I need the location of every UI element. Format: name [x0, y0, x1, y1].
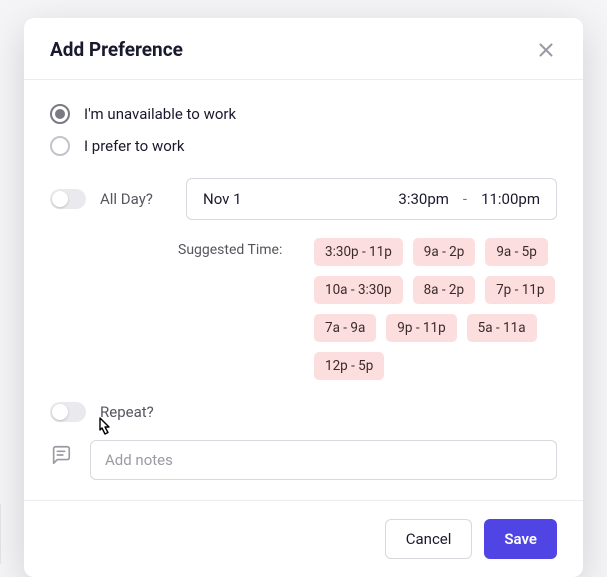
suggested-time-chip[interactable]: 9a - 5p [485, 238, 548, 266]
suggested-time-chip[interactable]: 12p - 5p [314, 352, 384, 380]
radio-unavailable[interactable]: I'm unavailable to work [50, 104, 557, 124]
add-preference-modal: Add Preference I'm unavailable to work I… [24, 18, 583, 577]
modal-body: I'm unavailable to work I prefer to work… [24, 80, 583, 500]
modal-header: Add Preference [24, 18, 583, 80]
notes-icon [50, 444, 72, 466]
suggested-time-chip[interactable]: 5a - 11a [467, 314, 537, 342]
save-button[interactable]: Save [484, 519, 557, 559]
suggested-time-chip[interactable]: 3:30p - 11p [314, 238, 403, 266]
date-value: Nov 1 [203, 190, 398, 208]
all-day-label: All Day? [100, 190, 172, 208]
repeat-row: Repeat? [50, 402, 557, 422]
suggested-time-chip[interactable]: 7p - 11p [485, 276, 555, 304]
time-dash: - [463, 190, 467, 208]
preference-radio-group: I'm unavailable to work I prefer to work [50, 104, 557, 156]
suggested-time-label: Suggested Time: [174, 242, 314, 380]
suggested-time-row: Suggested Time: 3:30p - 11p 9a - 2p 9a - 5… [50, 238, 557, 380]
cancel-button[interactable]: Cancel [385, 519, 473, 559]
radio-circle-icon [50, 136, 70, 156]
suggested-chips: 3:30p - 11p 9a - 2p 9a - 5p 10a - 3:30p 8a -… [314, 238, 557, 380]
all-day-row: All Day? Nov 1 3:30pm - 11:00pm [50, 178, 557, 220]
modal-title: Add Preference [50, 38, 183, 61]
suggested-time-chip[interactable]: 9p - 11p [386, 314, 456, 342]
radio-prefer-label: I prefer to work [84, 137, 184, 155]
suggested-time-chip[interactable]: 8a - 2p [413, 276, 476, 304]
start-time-value: 3:30pm [398, 190, 449, 208]
radio-circle-icon [50, 104, 70, 124]
close-icon [535, 39, 557, 61]
suggested-time-chip[interactable]: 9a - 2p [413, 238, 476, 266]
notes-input[interactable] [90, 440, 557, 480]
radio-prefer[interactable]: I prefer to work [50, 136, 557, 156]
all-day-toggle[interactable] [50, 189, 86, 209]
repeat-toggle[interactable] [50, 402, 86, 422]
suggested-time-chip[interactable]: 7a - 9a [314, 314, 376, 342]
radio-unavailable-label: I'm unavailable to work [84, 105, 236, 123]
modal-footer: Cancel Save [24, 500, 583, 577]
suggested-time-chip[interactable]: 10a - 3:30p [314, 276, 403, 304]
notes-row [50, 440, 557, 480]
close-button[interactable] [535, 39, 557, 61]
date-time-input[interactable]: Nov 1 3:30pm - 11:00pm [186, 178, 557, 220]
end-time-value: 11:00pm [481, 190, 540, 208]
repeat-label: Repeat? [100, 403, 172, 421]
